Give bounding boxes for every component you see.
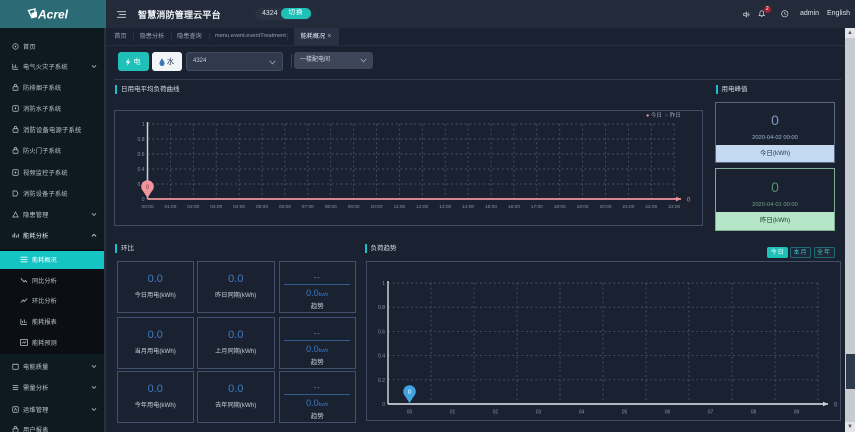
svg-text:0: 0 xyxy=(687,198,691,204)
svg-text:Acrel: Acrel xyxy=(37,8,69,22)
svg-text:14:00: 14:00 xyxy=(462,204,474,210)
svg-text:0: 0 xyxy=(142,197,145,203)
svg-text:00:00: 00:00 xyxy=(141,204,153,210)
svg-text:0.2: 0.2 xyxy=(378,378,385,384)
svg-text:09:00: 09:00 xyxy=(348,204,360,210)
svg-text:22:00: 22:00 xyxy=(645,204,657,210)
svg-text:10:00: 10:00 xyxy=(370,204,382,210)
svg-text:0.4: 0.4 xyxy=(138,167,145,173)
svg-text:04:00: 04:00 xyxy=(233,204,245,210)
svg-text:0.4: 0.4 xyxy=(378,354,385,360)
svg-text:0.8: 0.8 xyxy=(138,137,145,143)
svg-text:15:00: 15:00 xyxy=(485,204,497,210)
svg-text:12:00: 12:00 xyxy=(416,204,428,210)
svg-text:02: 02 xyxy=(493,410,499,416)
svg-text:16:00: 16:00 xyxy=(508,204,520,210)
svg-text:02:00: 02:00 xyxy=(187,204,199,210)
svg-text:01:00: 01:00 xyxy=(164,204,176,210)
svg-text:11:00: 11:00 xyxy=(394,204,406,210)
svg-text:03:00: 03:00 xyxy=(210,204,222,210)
svg-text:07:00: 07:00 xyxy=(302,204,314,210)
svg-text:1: 1 xyxy=(382,281,385,287)
svg-text:20:00: 20:00 xyxy=(599,204,611,210)
svg-text:0.6: 0.6 xyxy=(378,329,385,335)
svg-text:06:00: 06:00 xyxy=(279,204,291,210)
svg-text:00: 00 xyxy=(407,410,413,416)
svg-text:13:00: 13:00 xyxy=(439,204,451,210)
svg-text:1: 1 xyxy=(142,122,145,128)
svg-text:18:00: 18:00 xyxy=(554,204,566,210)
svg-text:19:00: 19:00 xyxy=(577,204,589,210)
svg-text:06: 06 xyxy=(665,410,671,416)
svg-text:23:00: 23:00 xyxy=(668,204,680,210)
svg-text:05:00: 05:00 xyxy=(256,204,268,210)
svg-text:0: 0 xyxy=(408,389,412,396)
svg-text:09: 09 xyxy=(794,410,800,416)
svg-text:0.6: 0.6 xyxy=(138,152,145,158)
svg-text:05: 05 xyxy=(622,410,628,416)
svg-text:0: 0 xyxy=(834,403,838,409)
svg-text:0: 0 xyxy=(382,402,385,408)
svg-text:17:00: 17:00 xyxy=(531,204,543,210)
svg-text:08: 08 xyxy=(751,410,757,416)
svg-text:01: 01 xyxy=(450,410,456,416)
svg-text:21:00: 21:00 xyxy=(622,204,634,210)
svg-text:03: 03 xyxy=(536,410,542,416)
svg-text:04: 04 xyxy=(579,410,585,416)
svg-text:07: 07 xyxy=(708,410,714,416)
svg-text:0.8: 0.8 xyxy=(378,305,385,311)
svg-text:08:00: 08:00 xyxy=(325,204,337,210)
